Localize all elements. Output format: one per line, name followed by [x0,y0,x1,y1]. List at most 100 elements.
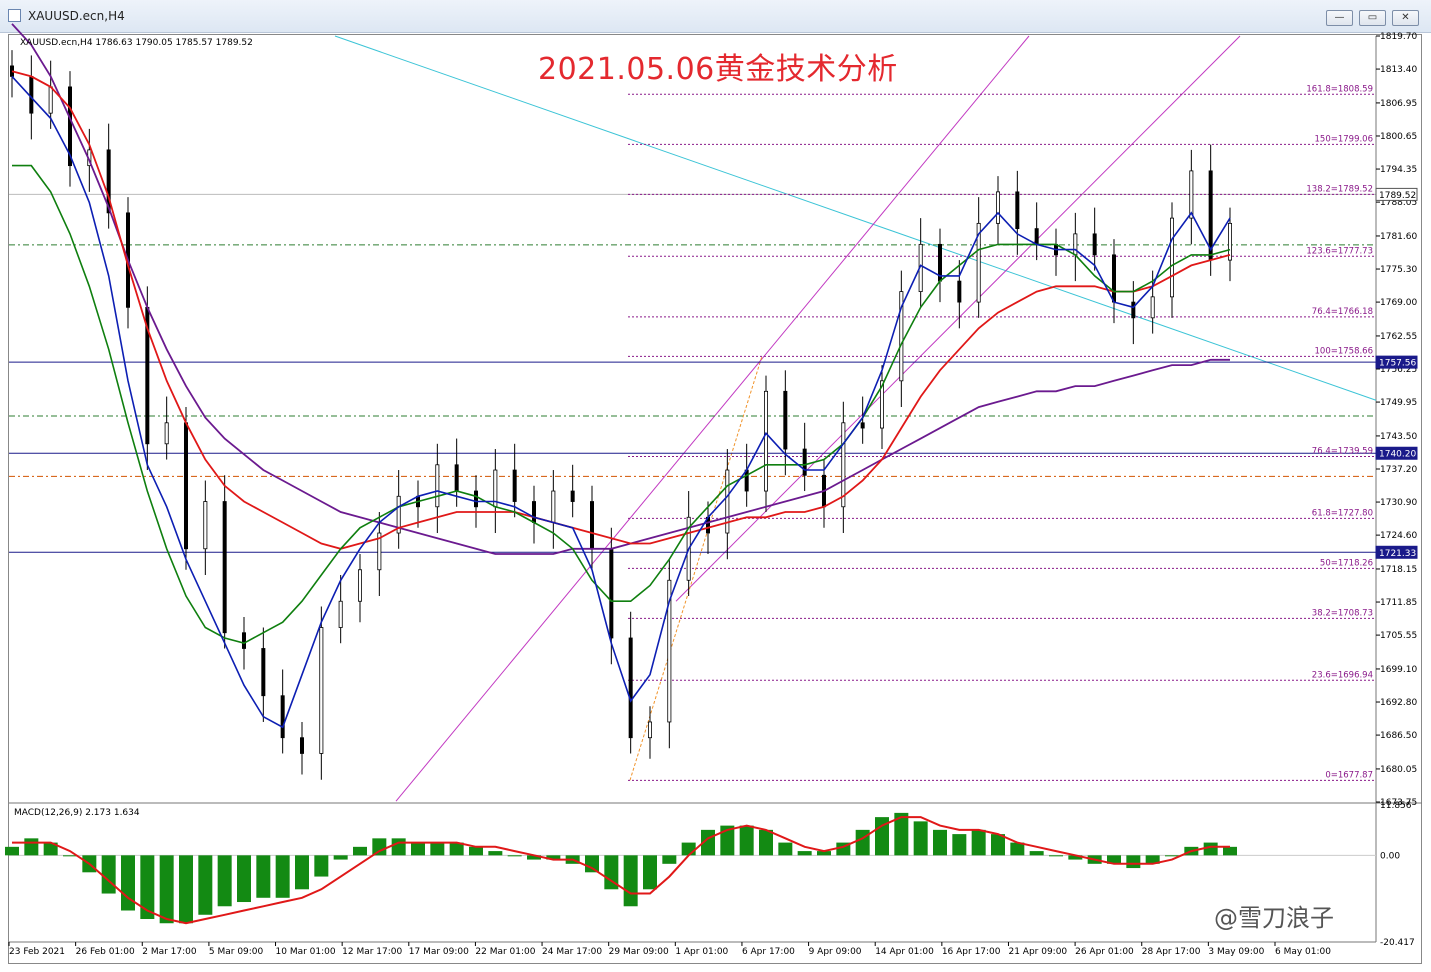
macd-histogram-bar [681,842,696,856]
price-tick-label: 1730.90 [1380,498,1417,508]
macd-histogram-bar [237,855,251,903]
time-tick-label: 29 Mar 09:00 [609,947,669,957]
candle-body [1170,217,1175,298]
candle-body [473,490,478,508]
macd-histogram-bar [662,855,677,864]
candle-body [183,422,188,550]
fib-level-label: 38.2=1708.73 [1312,608,1373,618]
time-tick-label: 3 May 09:00 [1208,947,1264,957]
price-tick-label: 1692.80 [1380,698,1417,708]
macd-histogram-bar [913,821,928,856]
time-tick-label: 24 Mar 17:00 [542,947,602,957]
macd-histogram-bar [1126,855,1141,869]
candle-body [570,490,575,502]
ma-red-line [11,70,1231,550]
price-tick-label: 1699.10 [1380,665,1417,675]
macd-histogram-bar [778,842,793,856]
candle-body [299,737,304,754]
macd-histogram-bar [759,829,773,856]
price-tick-label: 1749.95 [1380,398,1417,408]
macd-axis-label: 0.00 [1380,851,1400,861]
time-tick-label: 9 Apr 09:00 [809,947,862,957]
time-tick-label: 22 Mar 01:00 [475,947,535,957]
macd-histogram-bar [295,855,309,890]
time-tick-label: 23 Feb 2021 [9,947,65,957]
time-tick-label: 21 Apr 09:00 [1008,947,1067,957]
macd-histogram-bar [217,855,232,907]
fib-level-label: 123.6=1777.73 [1306,246,1373,256]
fib-level-label: 150=1799.06 [1315,134,1374,144]
candle-body [802,448,807,476]
price-tag-label: 1789.52 [1379,191,1416,201]
price-tick-label: 1705.55 [1380,631,1417,641]
candle-body [1189,170,1194,219]
candle-body [1112,254,1117,303]
price-tick-label: 1819.70 [1380,32,1417,42]
time-tick-label: 6 Apr 17:00 [742,947,795,957]
candle-body [435,464,440,508]
price-tick-label: 1800.65 [1380,132,1417,142]
time-tick-label: 16 Apr 17:00 [942,947,1001,957]
price-tick-label: 1743.50 [1380,432,1417,442]
macd-histogram-bar [1049,855,1063,857]
macd-histogram-bar [1223,846,1237,856]
price-tick-label: 1794.35 [1380,165,1417,175]
price-chart-svg[interactable]: 1819.701813.401806.951800.651794.351788.… [0,0,1431,972]
fib-level-label: 61.8=1727.80 [1312,508,1373,518]
macd-histogram-bar [256,855,271,898]
macd-histogram-bar [179,855,193,924]
candle-body [164,422,169,445]
channel-upper-line [395,35,1030,802]
price-tag-label: 1721.33 [1379,549,1416,559]
candle-body [1034,228,1039,245]
macd-histogram-bar [855,829,870,856]
price-tick-label: 1686.50 [1380,731,1417,741]
macd-histogram-bar [275,855,290,898]
candle-body [532,501,537,523]
macd-histogram-bar [333,855,348,860]
fib-level-label: 100=1758.66 [1315,346,1374,356]
candle-body [648,721,653,739]
analysis-headline: 2021.05.06黄金技术分析 [538,52,898,87]
macd-histogram-bar [101,855,116,894]
candle-body [783,390,788,450]
price-tick-label: 1762.55 [1380,332,1417,342]
candle-body [1150,296,1155,319]
macd-indicator-label: MACD(12,26,9) 2.173 1.634 [14,808,140,818]
candle-body [241,632,246,649]
macd-axis-label: -20.417 [1380,938,1415,948]
macd-histogram-bar [314,855,329,877]
candle-body [628,637,633,739]
candle-body [996,191,1001,224]
macd-histogram-bar [507,855,522,857]
fib-level-label: 161.8=1808.59 [1306,84,1373,94]
macd-histogram-bar [430,842,445,856]
fib-level-label: 0=1677.87 [1325,770,1373,780]
macd-histogram-bar [198,855,213,915]
macd-histogram-bar [372,838,387,856]
candle-body [1073,233,1078,256]
price-tag-label: 1740.20 [1379,450,1416,460]
candle-body [261,648,266,697]
macd-histogram-bar [623,855,638,907]
time-tick-label: 6 May 01:00 [1275,947,1331,957]
price-tick-label: 1718.15 [1380,565,1417,575]
candle-body [203,501,208,550]
macd-histogram-bar [5,846,19,856]
candle-body [551,490,556,523]
author-watermark: @雪刀浪子 [1214,904,1334,932]
time-tick-label: 14 Apr 01:00 [875,947,934,957]
fib-level-label: 50=1718.26 [1320,558,1373,568]
candle-body [1015,191,1020,230]
price-tick-label: 1737.20 [1380,465,1417,475]
macd-histogram-bar [1029,851,1044,856]
time-tick-label: 2 Mar 17:00 [142,947,197,957]
fib-level-label: 76.4=1766.18 [1312,307,1373,317]
fib-level-label: 76.4=1739.59 [1312,446,1373,456]
macd-histogram-bar [159,855,174,924]
ma-green-line [12,164,1231,645]
macd-histogram-bar [643,855,657,890]
candle-body [29,76,34,114]
macd-histogram-bar [971,829,986,856]
macd-histogram-bar [488,851,503,856]
